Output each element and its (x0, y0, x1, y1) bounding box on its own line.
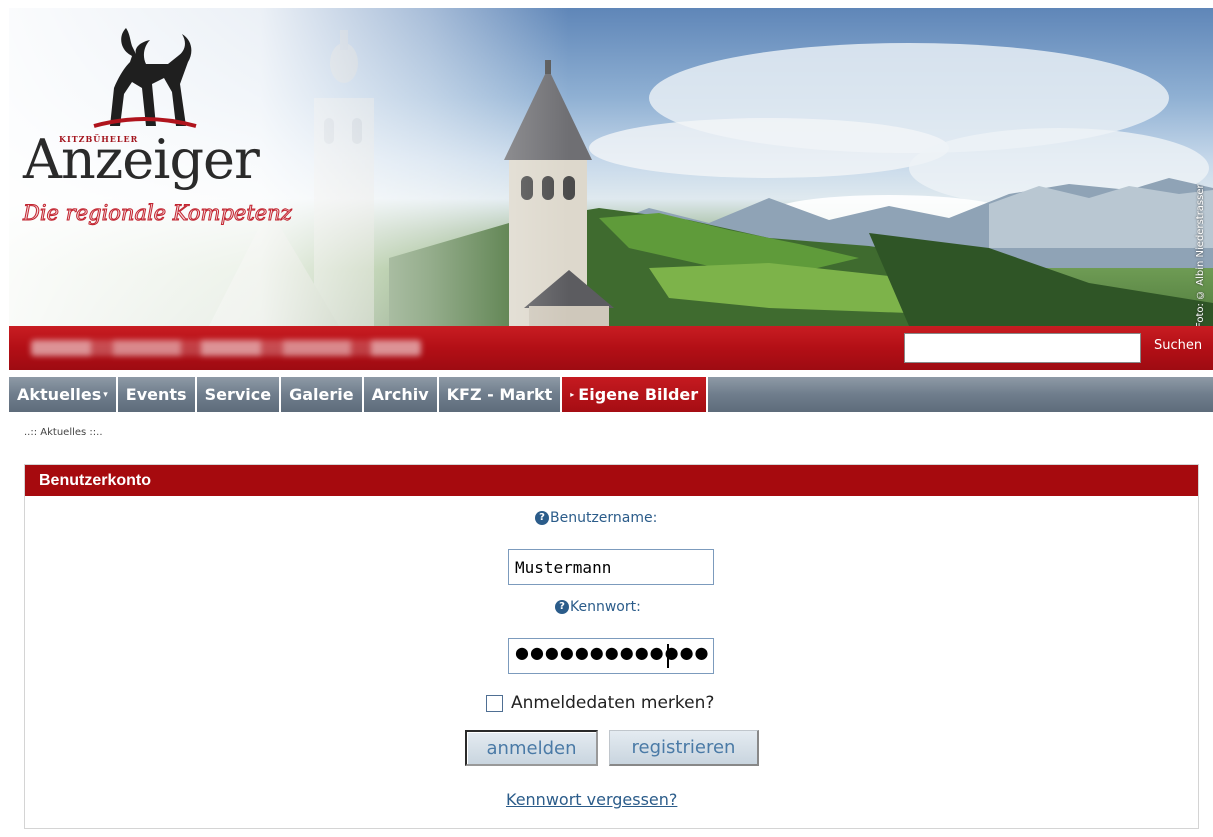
nav-item-label: Service (204, 385, 272, 404)
blurred-date-text (31, 340, 421, 356)
search-input[interactable] (904, 333, 1141, 363)
forgot-password-link[interactable]: Kennwort vergessen? (506, 790, 677, 809)
text-cursor (667, 644, 669, 668)
account-panel: Benutzerkonto ?Benutzername: ?Kennwort: … (24, 464, 1199, 829)
nav-item-service[interactable]: Service (197, 377, 282, 412)
nav-item-aktuelles[interactable]: Aktuelles ▾ (9, 377, 118, 412)
username-label-text: Benutzername: (550, 510, 658, 526)
nav-item-eigene-bilder[interactable]: ▸ Eigene Bilder (562, 377, 709, 412)
logo-wordmark: Anzeiger (23, 128, 260, 191)
caret-down-icon: ▾ (103, 389, 108, 400)
logo-tagline: Die regionale Kompetenz (23, 201, 293, 226)
password-mask: ●●●●●●●●●●●●● (515, 643, 710, 662)
help-icon[interactable]: ? (535, 511, 549, 525)
nav-item-label: Aktuelles (17, 385, 102, 404)
goat-logo-icon (93, 28, 197, 128)
help-icon[interactable]: ? (555, 600, 569, 614)
top-bar: Suchen (9, 326, 1213, 370)
nav-item-label: Archiv (371, 385, 429, 404)
password-field[interactable]: ●●●●●●●●●●●●● (508, 638, 714, 674)
remember-checkbox[interactable] (486, 695, 503, 712)
password-label-text: Kennwort: (570, 599, 641, 615)
nav-item-galerie[interactable]: Galerie (281, 377, 364, 412)
nav-item-label: Eigene Bilder (578, 385, 699, 404)
nav-item-label: Events (125, 385, 187, 404)
account-panel-title: Benutzerkonto (25, 465, 1198, 496)
search-button[interactable]: Suchen (1154, 338, 1202, 353)
nav-item-archiv[interactable]: Archiv (364, 377, 439, 412)
nav-item-label: KFZ - Markt (446, 385, 553, 404)
nav-item-label: Galerie (289, 385, 354, 404)
login-button[interactable]: anmelden (465, 730, 598, 766)
main-nav: Aktuelles ▾ Events Service Galerie Archiv… (9, 377, 1213, 412)
nav-item-kfz-markt[interactable]: KFZ - Markt (439, 377, 563, 412)
username-field[interactable] (508, 549, 714, 585)
nav-item-events[interactable]: Events (118, 377, 197, 412)
remember-label: Anmeldedaten merken? (511, 693, 715, 713)
header-banner: KITZBÜHELER Anzeiger Die regionale Kompe… (9, 8, 1213, 326)
username-label: ? Benutzername: (535, 510, 657, 526)
page: KITZBÜHELER Anzeiger Die regionale Kompe… (0, 0, 1213, 837)
breadcrumb: ..:: Aktuelles ::.. (24, 427, 103, 438)
password-label: ? Kennwort: (555, 599, 641, 615)
arrow-right-icon: ▸ (570, 390, 575, 399)
register-button[interactable]: registrieren (609, 730, 759, 766)
photo-credit: Foto: © Albin Niederstrasser (1195, 184, 1206, 326)
